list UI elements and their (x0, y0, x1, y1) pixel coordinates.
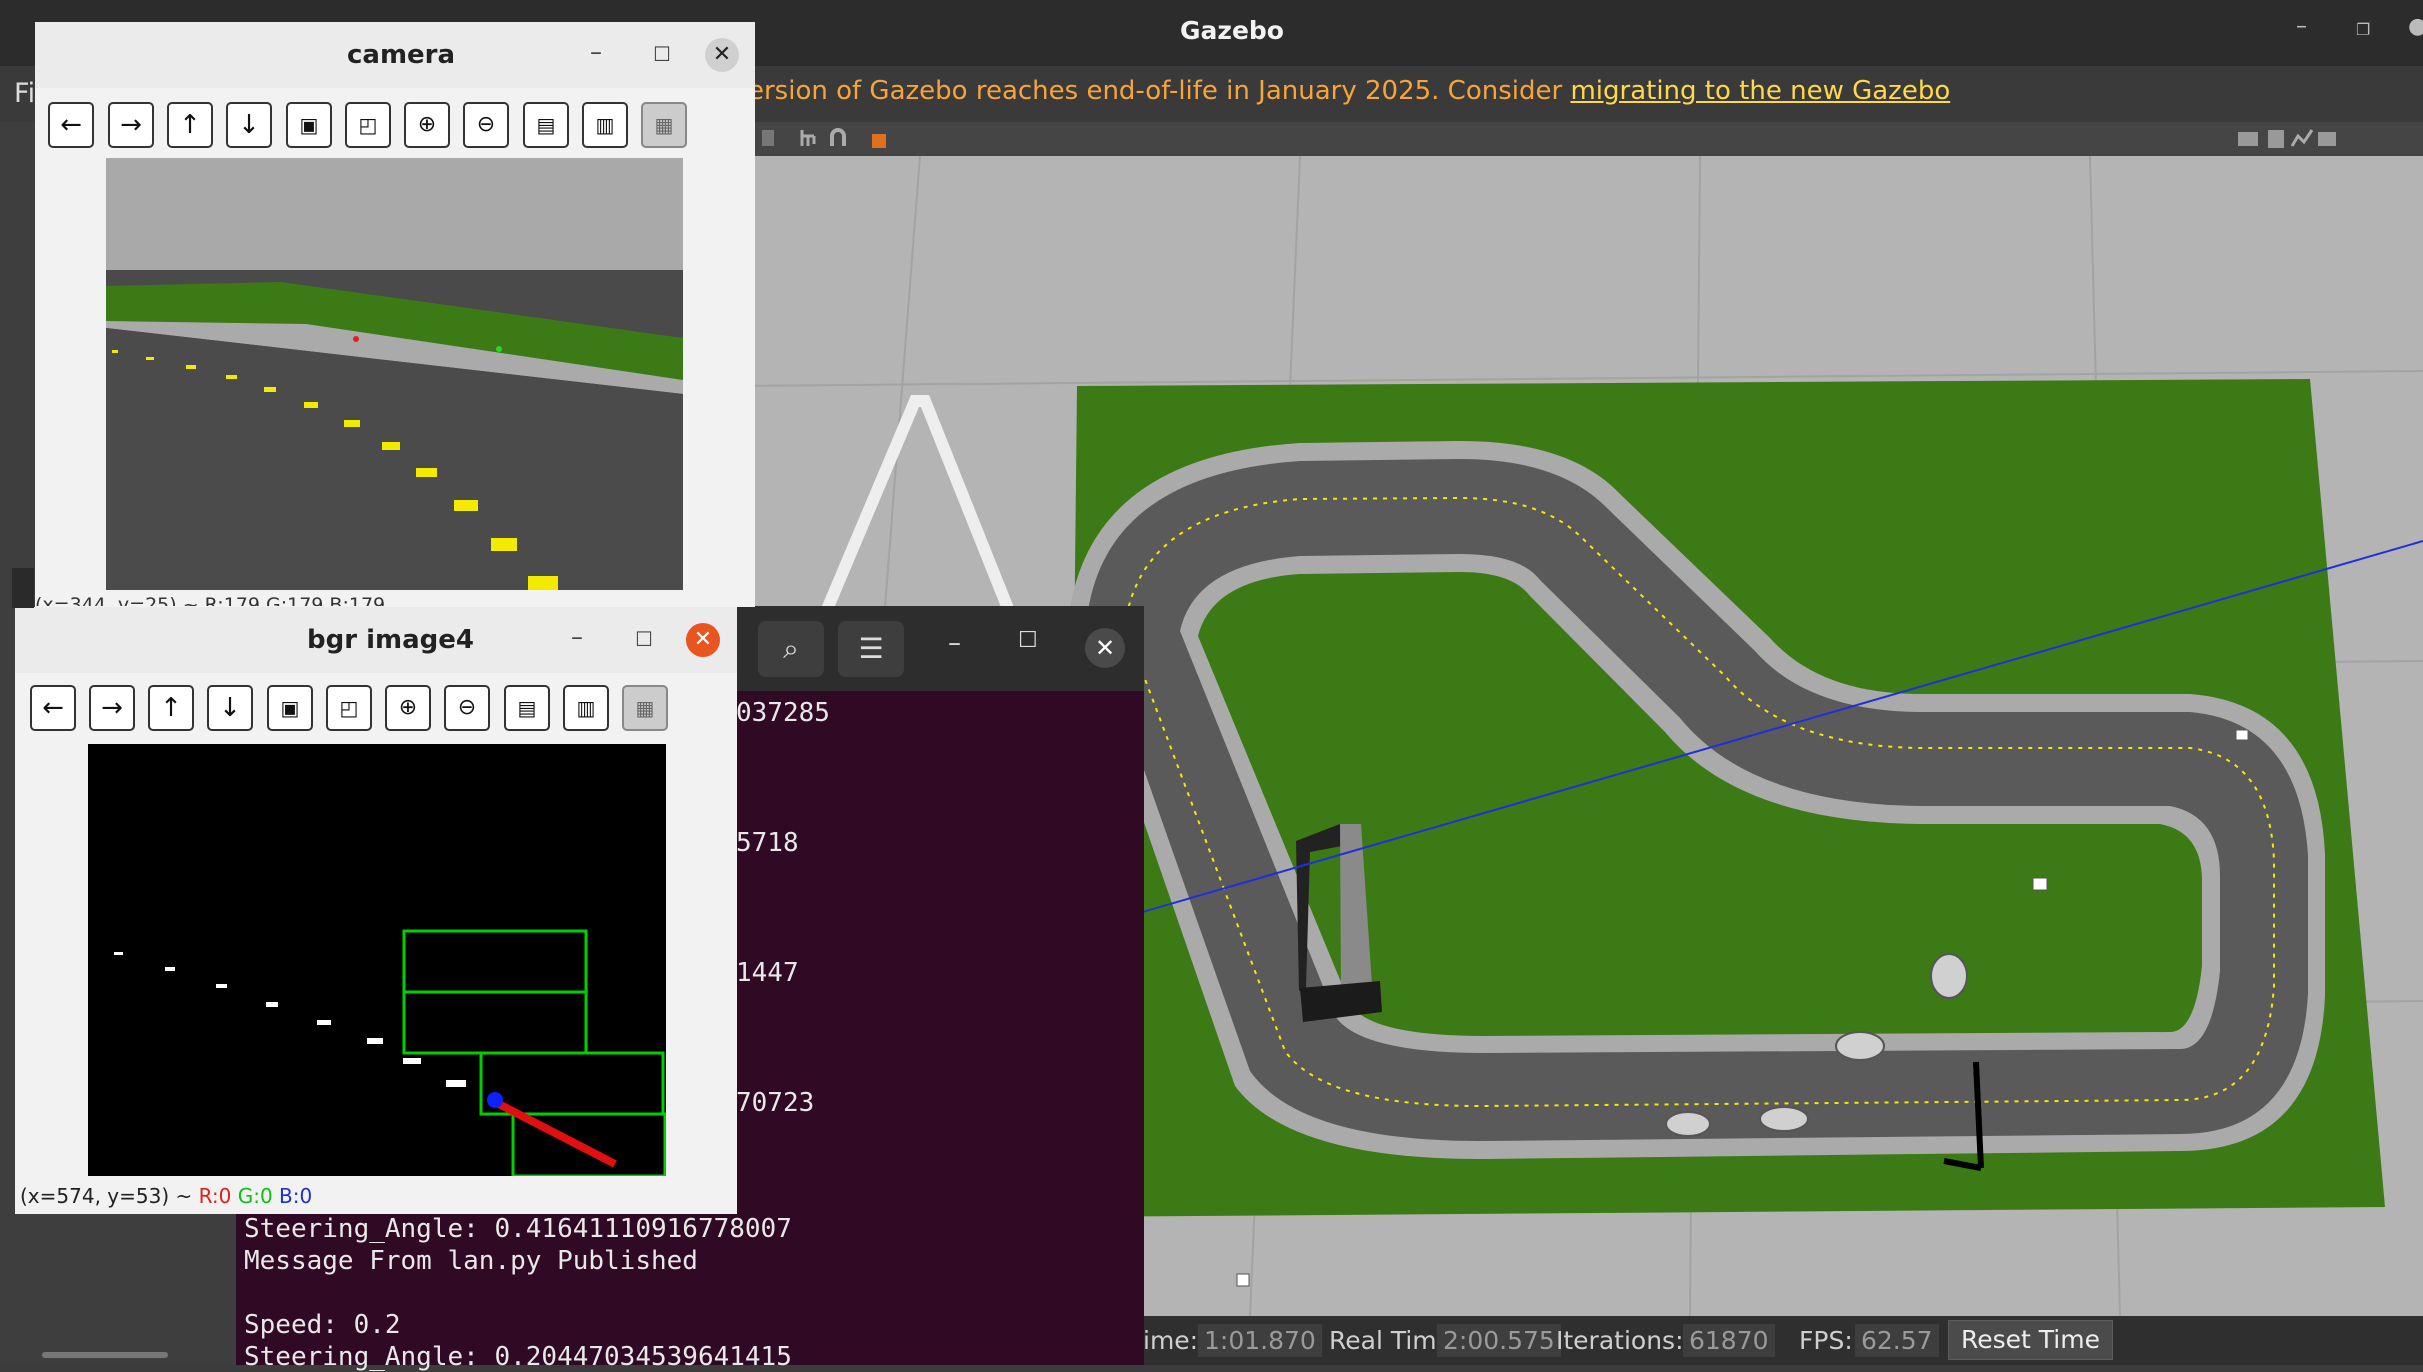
save-icon (2268, 130, 2284, 148)
robot-car (1759, 1106, 1809, 1132)
arrow-up-icon[interactable]: ↑ (167, 102, 213, 148)
arrow-right-icon[interactable]: → (108, 102, 154, 148)
camera-toolbar: ← → ↑ ↓ ▣ ◰ ⊕ ⊖ ▤ ▥ ▦ (48, 102, 738, 148)
save-icon[interactable]: ▤ (504, 685, 550, 731)
gazebo-toolbar (740, 122, 2423, 156)
green-dot (496, 346, 502, 352)
minimize-icon[interactable]: – (571, 623, 583, 651)
terminal-line: 1447 (736, 958, 799, 988)
orange-box-icon (872, 134, 886, 148)
camera-status-text: (x=344, y=25) ~ R:179 G:179 B:179 (35, 594, 386, 606)
properties-icon[interactable]: ▦ (641, 102, 687, 148)
bgr-status-r: R:0 (198, 1184, 232, 1208)
zoom-out-icon[interactable]: ⊖ (463, 102, 509, 148)
terminal-line: Speed: 0.2 (244, 1310, 401, 1340)
terminal-line: 037285 (736, 698, 830, 728)
terminal-line: Message From lan.py Published (244, 1246, 698, 1276)
fps-label: FPS: (1799, 1326, 1853, 1355)
red-dot (353, 336, 359, 342)
arrow-down-icon[interactable]: ↓ (226, 102, 272, 148)
sky (106, 158, 683, 270)
image-zoom-icon[interactable]: ◰ (326, 685, 372, 731)
terminal-close-icon[interactable]: ✕ (1085, 628, 1125, 668)
gazebo-title: Gazebo (1180, 16, 1284, 45)
image-icon[interactable]: ▣ (267, 685, 313, 731)
zoom-in-icon[interactable]: ⊕ (404, 102, 450, 148)
arrow-left-icon[interactable]: ← (48, 102, 94, 148)
terminal-menu-button[interactable]: ☰ (838, 621, 904, 677)
steering-origin-dot (487, 1092, 503, 1108)
bgr-image-window[interactable]: bgr image4 – ☐ ✕ ← → ↑ ↓ ▣ ◰ ⊕ ⊖ ▤ ▥ ▦ (… (15, 607, 737, 1214)
bgr-window-title: bgr image4 (307, 625, 474, 655)
camera-window-titlebar: camera – ☐ ✕ (35, 22, 755, 88)
terminal-maximize-icon[interactable]: ☐ (1018, 628, 1038, 653)
bgr-image[interactable] (88, 744, 666, 1176)
scrollbar[interactable] (42, 1352, 168, 1358)
migrate-link[interactable]: migrating to the new Gazebo (1570, 76, 1950, 106)
arrow-down-icon[interactable]: ↓ (207, 685, 253, 731)
menu-file[interactable]: Fi (14, 78, 35, 109)
bgr-status: (x=574, y=53) ~ R:0 G:0 B:0 (20, 1184, 312, 1208)
hamburger-menu-icon: ☰ (858, 632, 884, 665)
restore-icon[interactable]: ❐ (2356, 20, 2370, 39)
reset-time-button[interactable]: Reset Time (1948, 1320, 2113, 1360)
toolbar-icon (762, 130, 774, 146)
plot-icon (2290, 129, 2314, 147)
close-icon[interactable]: ✕ (705, 38, 739, 72)
arrow-left-icon[interactable]: ← (30, 685, 76, 731)
robot-car (1930, 953, 1968, 999)
deprecation-warning: ersion of Gazebo reaches end-of-life in … (748, 76, 1950, 106)
bgr-window-titlebar: bgr image4 – ☐ ✕ (15, 607, 737, 673)
close-icon[interactable]: ✕ (686, 623, 720, 657)
toolbar-icon (800, 130, 816, 146)
maximize-icon[interactable]: ☐ (635, 627, 653, 651)
arrow-up-icon[interactable]: ↑ (148, 685, 194, 731)
panel-label (12, 568, 34, 608)
warning-text: ersion of Gazebo reaches end-of-life in … (748, 76, 1571, 106)
iterations-label: Iterations: (1556, 1326, 1684, 1355)
real-time-value: 2:00.575 (1437, 1324, 1561, 1357)
robot-car (1835, 1031, 1885, 1061)
maximize-icon[interactable]: ☐ (653, 42, 671, 66)
bgr-status-g: G:0 (237, 1184, 273, 1208)
sim-time-label: ime: (1143, 1326, 1199, 1355)
zoom-in-icon[interactable]: ⊕ (385, 685, 431, 731)
terminal-line: Steering_Angle: 0.41641110916778007 (244, 1214, 792, 1244)
terminal-search-button[interactable]: ⌕ (758, 621, 824, 677)
camera-icon (2238, 132, 2258, 146)
video-icon (2318, 132, 2336, 146)
image-zoom-icon[interactable]: ◰ (345, 102, 391, 148)
robot-car (1665, 1111, 1711, 1137)
terminal-line: 5718 (736, 828, 799, 858)
bgr-status-coord: (x=574, y=53) ~ (20, 1184, 193, 1208)
minimize-icon[interactable]: – (2296, 14, 2307, 39)
gazebo-statusbar: ime: 1:01.870 Real Time: 2:00.575 Iterat… (1143, 1316, 2423, 1365)
properties-icon[interactable]: ▦ (622, 685, 668, 731)
sim-time-value: 1:01.870 (1198, 1324, 1322, 1357)
clipboard-icon[interactable]: ▥ (582, 102, 628, 148)
camera-window[interactable]: camera – ☐ ✕ ← → ↑ ↓ ▣ ◰ ⊕ ⊖ ▤ ▥ ▦ (x=34… (35, 22, 755, 607)
minimize-icon[interactable]: – (590, 38, 602, 66)
image-icon[interactable]: ▣ (286, 102, 332, 148)
search-icon: ⌕ (783, 632, 799, 665)
camera-window-title: camera (347, 40, 456, 70)
iterations-value: 61870 (1683, 1324, 1775, 1357)
fps-value: 62.57 (1855, 1324, 1939, 1357)
terminal-line: Steering_Angle: 0.20447034539641415 (244, 1342, 792, 1372)
zoom-out-icon[interactable]: ⊖ (444, 685, 490, 731)
bgr-status-b: B:0 (279, 1184, 313, 1208)
terminal-line: 70723 (736, 1088, 815, 1118)
terminal-minimize-icon[interactable]: – (948, 628, 961, 658)
magnet-icon (830, 128, 846, 146)
save-icon[interactable]: ▤ (523, 102, 569, 148)
close-icon[interactable]: ● (2408, 14, 2423, 39)
camera-image[interactable] (106, 158, 683, 590)
clipboard-icon[interactable]: ▥ (563, 685, 609, 731)
arrow-right-icon[interactable]: → (89, 685, 135, 731)
bgr-toolbar: ← → ↑ ↓ ▣ ◰ ⊕ ⊖ ▤ ▥ ▦ (30, 685, 720, 731)
